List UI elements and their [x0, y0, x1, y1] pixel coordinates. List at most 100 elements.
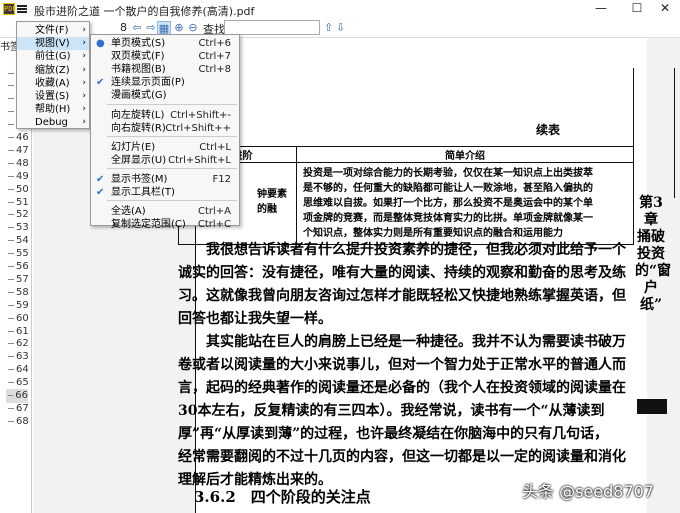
menu-item[interactable]: 文件(F) ›: [17, 24, 89, 37]
bookmark-item[interactable]: 63: [8, 350, 29, 364]
maximize-button[interactable]: ☐: [622, 0, 652, 18]
bookmark-item[interactable]: 62: [8, 337, 29, 351]
tree-line-icon: [8, 278, 14, 280]
bookmark-item[interactable]: 60: [8, 311, 29, 325]
radio-dot-icon: ●: [96, 38, 105, 49]
view-menu-item[interactable]: 向左旋转(L) Ctrl+Shift+-: [91, 109, 239, 122]
view-menu-item-label: 向右旋转(R): [111, 123, 166, 134]
bookmark-item[interactable]: 47: [8, 143, 29, 157]
view-menu-item[interactable]: 全选(A) Ctrl+A: [91, 205, 239, 218]
fit-page-icon[interactable]: ▦: [157, 21, 171, 35]
view-menu-item[interactable]: ✔ 显示书签(M) F12: [91, 173, 239, 186]
chevron-right-icon: ›: [82, 64, 86, 75]
bookmark-item[interactable]: 53: [8, 221, 29, 235]
bookmark-item[interactable]: 67: [8, 401, 29, 415]
view-menu-item[interactable]: ✔ 连续显示页面(P): [91, 76, 239, 89]
menu-item[interactable]: 设置(S) ›: [17, 90, 89, 103]
bookmark-item[interactable]: 50: [8, 182, 29, 196]
view-menu-item[interactable]: 全屏显示(U) Ctrl+Shift+L: [91, 154, 239, 167]
find-next-icon[interactable]: ⇩: [336, 21, 345, 34]
watermark: 头条 @seed8707: [522, 482, 654, 501]
bookmark-label: 52: [16, 209, 29, 221]
view-menu-item[interactable]: ✔ 显示工具栏(T): [91, 186, 239, 199]
tree-line-icon: [8, 407, 14, 409]
bookmark-label: 48: [16, 157, 29, 169]
bookmark-item[interactable]: 56: [8, 260, 29, 274]
menu-item[interactable]: 收藏(A) ›: [17, 77, 89, 90]
bookmark-item[interactable]: 57: [8, 272, 29, 286]
zoom-in-icon[interactable]: ⊕: [172, 21, 186, 35]
view-menu-item-label: 显示工具栏(T): [111, 187, 175, 198]
bookmark-label: 51: [16, 196, 29, 208]
view-menu-item[interactable]: 书籍视图(B) Ctrl+8: [91, 63, 239, 76]
hamburger-menu-button[interactable]: [15, 2, 29, 16]
tree-line-icon: [8, 201, 14, 203]
bookmark-item[interactable]: 65: [8, 376, 29, 390]
view-menu-item[interactable]: 幻灯片(E) Ctrl+L: [91, 141, 239, 154]
bookmark-label: 58: [16, 286, 29, 298]
menu-separator: [107, 136, 237, 137]
bookmark-label: 66: [15, 390, 28, 401]
menu-item-label: 视图(V): [35, 38, 70, 50]
tree-line-icon: [8, 175, 14, 177]
shortcut-label: Ctrl+8: [198, 64, 231, 75]
tree-line-icon: [8, 395, 14, 396]
bookmark-item[interactable]: 54: [8, 234, 29, 248]
bookmark-label: 57: [16, 273, 29, 285]
view-menu-item[interactable]: 漫画模式(G): [91, 89, 239, 102]
checkmark-icon: ✔: [96, 187, 105, 198]
view-menu-item-label: 书籍视图(B): [111, 64, 166, 75]
page-number[interactable]: 8: [120, 21, 127, 34]
bookmark-item[interactable]: 59: [8, 298, 29, 312]
view-menu-item[interactable]: ● 单页模式(S) Ctrl+6: [91, 37, 239, 50]
tree-line-icon: [8, 253, 14, 255]
close-button[interactable]: ✕: [650, 0, 680, 18]
tree-line-icon: [8, 227, 14, 229]
bookmark-label: 62: [16, 338, 29, 350]
menu-item[interactable]: 帮助(H) ›: [17, 103, 89, 116]
tree-line-icon: [8, 214, 14, 216]
view-menu-item[interactable]: 复制选定范围(C) Ctrl+C: [91, 218, 239, 231]
menu-item[interactable]: 视图(V) ›: [17, 37, 89, 51]
bookmark-item[interactable]: 46: [8, 131, 29, 145]
view-menu-item[interactable]: 双页模式(F) Ctrl+7: [91, 50, 239, 63]
paragraph-line: 诚实的回答：没有捷径，唯有大量的阅读、持续的观察和勤奋的思考及练: [178, 265, 626, 281]
find-input[interactable]: [224, 20, 320, 35]
view-menu-item-label: 显示书签(M): [111, 174, 168, 185]
bookmark-label: 60: [16, 312, 29, 324]
shortcut-label: Ctrl+L: [199, 142, 231, 153]
bookmark-item[interactable]: 51: [8, 195, 29, 209]
shortcut-label: Ctrl+A: [197, 206, 231, 217]
bookmark-label: 56: [16, 261, 29, 272]
bookmark-item[interactable]: 49: [8, 169, 29, 183]
view-menu-item[interactable]: 向右旋转(R) Ctrl+Shift++: [91, 122, 239, 135]
bookmark-item[interactable]: 55: [8, 247, 29, 261]
tree-line-icon: [8, 330, 14, 332]
bookmark-item[interactable]: 66: [6, 388, 28, 403]
chevron-right-icon: ›: [82, 104, 86, 115]
section-title: 3.6.2 四个阶段的关注点: [194, 488, 371, 506]
bookmark-item[interactable]: 48: [8, 156, 29, 170]
find-prev-icon[interactable]: ⇧: [324, 21, 333, 34]
bookmark-item[interactable]: 58: [8, 285, 29, 299]
forward-icon[interactable]: ⇨: [144, 21, 158, 35]
tree-line-icon: [8, 98, 14, 100]
zoom-out-icon[interactable]: ⊖: [186, 21, 200, 35]
table-text-line: 是不够的，任何重大的缺陷都可能让人一败涂地，甚至陷入偏执的: [303, 183, 593, 194]
back-icon[interactable]: ⇦: [130, 21, 144, 35]
bookmark-label: 67: [16, 402, 29, 414]
tree-line-icon: [8, 188, 14, 190]
menu-item[interactable]: 前往(G) ›: [17, 50, 89, 63]
menu-separator: [107, 104, 237, 105]
bookmark-item[interactable]: 68: [8, 414, 29, 428]
tree-line-icon: [8, 420, 14, 422]
menu-item[interactable]: Debug ›: [17, 116, 89, 129]
bookmark-label: 50: [16, 183, 29, 195]
window-title: 股市进阶之道 一个散户的自我修养(高清).pdf: [34, 5, 255, 18]
bookmark-item[interactable]: 64: [8, 363, 29, 377]
bookmark-item[interactable]: 61: [8, 324, 29, 338]
bookmark-item[interactable]: 52: [8, 208, 29, 222]
view-menu-item-label: 全选(A): [111, 206, 146, 217]
minimize-button[interactable]: —: [586, 0, 616, 18]
menu-item[interactable]: 缩放(Z) ›: [17, 64, 89, 77]
